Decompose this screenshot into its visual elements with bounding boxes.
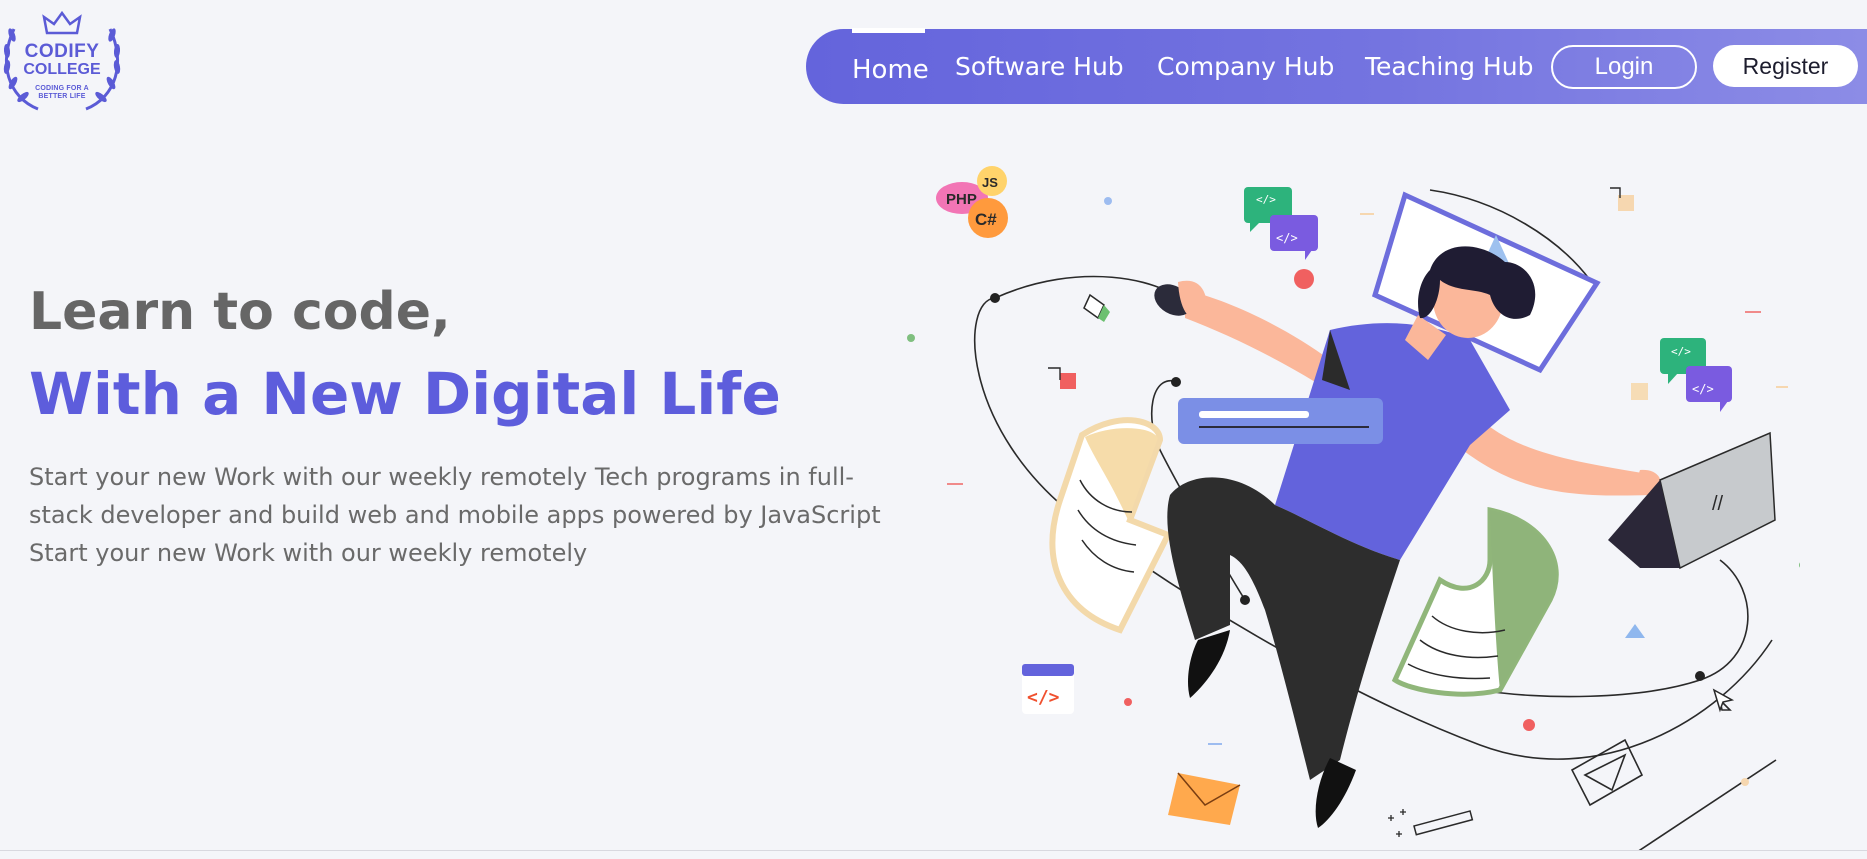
svg-text:JS: JS xyxy=(982,175,998,190)
hero-title-line-2: With a New Digital Life xyxy=(29,360,781,428)
nav-company-hub[interactable]: Company Hub xyxy=(1157,52,1334,81)
person-figure xyxy=(1154,246,1661,828)
nav-software-hub[interactable]: Software Hub xyxy=(955,52,1124,81)
logo-line-2: COLLEGE xyxy=(23,61,101,78)
logo-line-1: CODIFY xyxy=(24,41,100,62)
code-window-icon: </> xyxy=(1022,664,1074,714)
register-button[interactable]: Register xyxy=(1713,45,1858,87)
progress-card xyxy=(1178,398,1383,444)
svg-text:PHP: PHP xyxy=(946,191,977,208)
svg-text:</>: </> xyxy=(1276,231,1298,245)
svg-text:</>: </> xyxy=(1671,345,1691,358)
laptop-icon: // xyxy=(1608,431,1776,570)
hero-description: Start your new Work with our weekly remo… xyxy=(29,463,881,567)
hero-illustration: // PHP JS C# </> </> </> </> </> xyxy=(907,166,1800,850)
college-logo[interactable]: CODIFY COLLEGE CODING FOR A BETTER LIFE xyxy=(0,5,128,117)
language-bubbles-icon: PHP JS C# xyxy=(936,166,1008,238)
svg-text:</>: </> xyxy=(1692,382,1714,396)
logo-tagline: CODING FOR A BETTER LIFE xyxy=(35,85,89,100)
svg-text://: // xyxy=(1712,493,1724,515)
code-chat-icon: </> </> xyxy=(1244,187,1318,260)
login-button[interactable]: Login xyxy=(1551,45,1697,89)
svg-text:C#: C# xyxy=(975,210,997,229)
page-bottom-divider xyxy=(0,850,1867,851)
nav-teaching-hub[interactable]: Teaching Hub xyxy=(1365,52,1533,81)
active-tab-indicator xyxy=(852,28,925,33)
crown-icon xyxy=(42,10,82,35)
envelope-icon xyxy=(1168,772,1241,825)
paper-plane-card-icon xyxy=(1570,697,1732,807)
hero-title-line-1: Learn to code, xyxy=(29,282,451,342)
nav-home[interactable]: Home xyxy=(852,55,929,85)
svg-text:</>: </> xyxy=(1256,193,1276,206)
svg-text:</>: </> xyxy=(1027,687,1060,708)
code-chat-icon-right: </> </> xyxy=(1660,338,1732,412)
cursor-icon xyxy=(1712,688,1735,713)
